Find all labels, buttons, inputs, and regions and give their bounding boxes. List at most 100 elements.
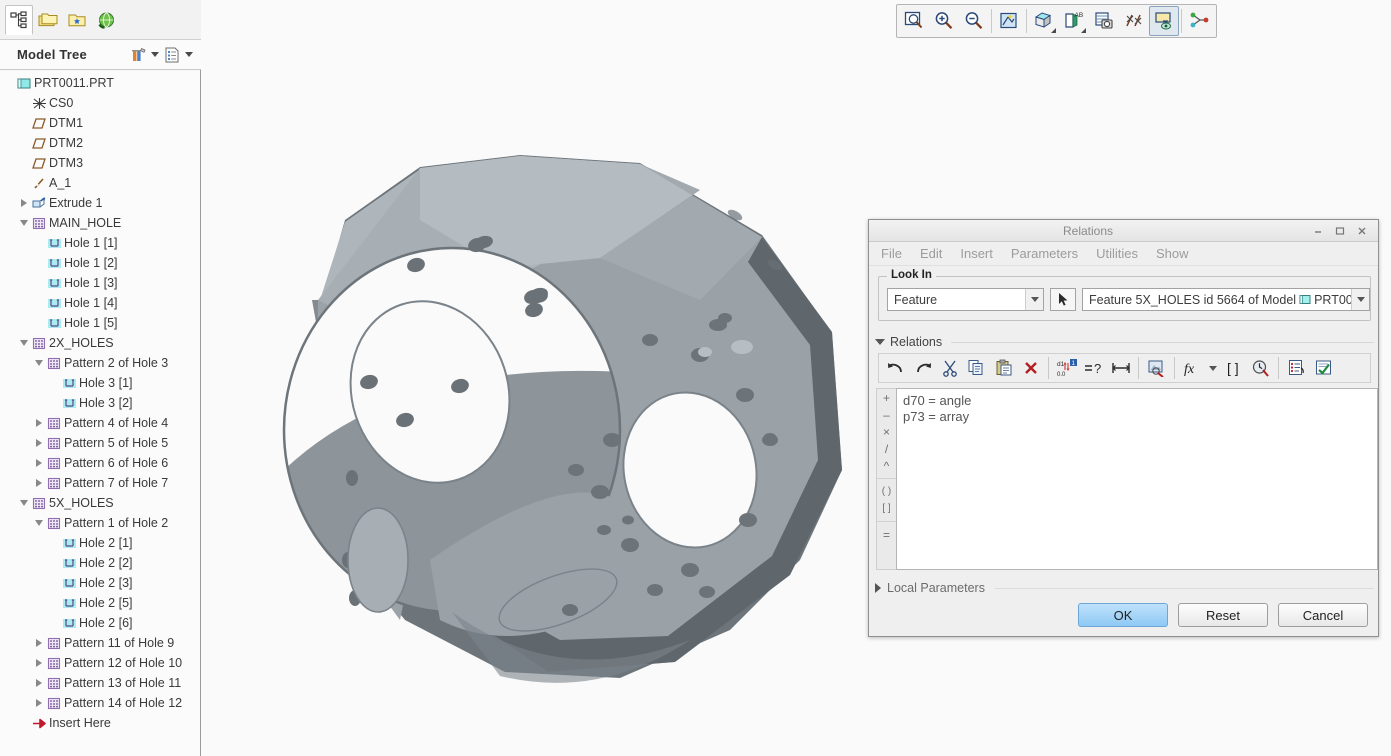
ok-button[interactable]: OK bbox=[1078, 603, 1168, 627]
functions-dropdown-button[interactable] bbox=[1206, 355, 1220, 381]
tree-collapse-toggle[interactable] bbox=[17, 340, 30, 346]
parameter-history-button[interactable] bbox=[1247, 355, 1274, 381]
tree-expand-toggle[interactable] bbox=[32, 699, 45, 707]
tree-expand-toggle[interactable] bbox=[32, 479, 45, 487]
collapse-chevron-down-icon[interactable] bbox=[19, 220, 28, 226]
tree-collapse-toggle[interactable] bbox=[17, 500, 30, 506]
dropdown-corner-icon[interactable] bbox=[1051, 28, 1056, 33]
look-in-target-chevron-down-icon[interactable] bbox=[1351, 289, 1369, 310]
tree-item-pattern-4-of-hole-4[interactable]: Pattern 4 of Hole 4 bbox=[0, 413, 200, 433]
model-colors-button[interactable] bbox=[1184, 6, 1214, 36]
tree-item-dtm1[interactable]: DTM1 bbox=[0, 113, 200, 133]
tree-item-pattern-13-of-hole-11[interactable]: Pattern 13 of Hole 11 bbox=[0, 673, 200, 693]
favorites-tab[interactable] bbox=[63, 5, 91, 35]
saved-views-button[interactable] bbox=[1089, 6, 1119, 36]
tree-collapse-toggle[interactable] bbox=[17, 220, 30, 226]
operator-button-plus[interactable]: + bbox=[877, 389, 896, 406]
list-relations-button[interactable] bbox=[1283, 355, 1310, 381]
menu-insert[interactable]: Insert bbox=[960, 246, 993, 261]
tree-expand-toggle[interactable] bbox=[32, 679, 45, 687]
layer-display-button[interactable] bbox=[1149, 6, 1179, 36]
collapse-chevron-down-icon[interactable] bbox=[19, 500, 28, 506]
bracket-button-square[interactable]: [ ] bbox=[877, 500, 896, 517]
tree-item-pattern-2-of-hole-3[interactable]: Pattern 2 of Hole 3 bbox=[0, 353, 200, 373]
web-browser-tab[interactable] bbox=[92, 5, 120, 35]
look-in-type-combo[interactable]: Feature bbox=[887, 288, 1044, 311]
refit-zoom-button[interactable] bbox=[899, 6, 929, 36]
model-tree-tab[interactable] bbox=[5, 4, 33, 35]
tree-item-hole-3-1[interactable]: Hole 3 [1] bbox=[0, 373, 200, 393]
maximize-button[interactable] bbox=[1329, 221, 1351, 241]
collapse-chevron-down-icon[interactable] bbox=[19, 340, 28, 346]
minimize-button[interactable] bbox=[1307, 221, 1329, 241]
tree-item-5x-holes[interactable]: 5X_HOLES bbox=[0, 493, 200, 513]
operator-button-minus[interactable]: – bbox=[877, 406, 896, 423]
functions-button[interactable]: fx bbox=[1179, 355, 1206, 381]
tree-item-a-1[interactable]: A_1 bbox=[0, 173, 200, 193]
tree-item-cs0[interactable]: CS0 bbox=[0, 93, 200, 113]
expand-chevron-right-icon[interactable] bbox=[35, 459, 42, 467]
tree-columns-icon[interactable] bbox=[161, 44, 183, 66]
expand-chevron-right-icon[interactable] bbox=[35, 699, 42, 707]
local-parameters-chevron-right-icon[interactable] bbox=[875, 583, 881, 593]
expand-chevron-right-icon[interactable] bbox=[35, 679, 42, 687]
tree-expand-toggle[interactable] bbox=[32, 459, 45, 467]
expand-chevron-right-icon[interactable] bbox=[35, 419, 42, 427]
tree-item-hole-3-2[interactable]: Hole 3 [2] bbox=[0, 393, 200, 413]
paste-button[interactable] bbox=[990, 355, 1017, 381]
select-feature-button[interactable] bbox=[1050, 288, 1076, 311]
relations-menubar[interactable]: File Edit Insert Parameters Utilities Sh… bbox=[869, 242, 1378, 266]
tree-item-extrude-1[interactable]: Extrude 1 bbox=[0, 193, 200, 213]
tree-item-pattern-1-of-hole-2[interactable]: Pattern 1 of Hole 2 bbox=[0, 513, 200, 533]
menu-file[interactable]: File bbox=[881, 246, 902, 261]
tree-item-pattern-11-of-hole-9[interactable]: Pattern 11 of Hole 9 bbox=[0, 633, 200, 653]
reset-button[interactable]: Reset bbox=[1178, 603, 1268, 627]
tree-filter-chevron-down-icon[interactable] bbox=[151, 52, 159, 57]
tree-item-hole-2-3[interactable]: Hole 2 [3] bbox=[0, 573, 200, 593]
dropdown-corner-icon[interactable] bbox=[1081, 28, 1086, 33]
relations-operator-strip[interactable]: + – × / ^ ( )[ ] = bbox=[876, 388, 896, 570]
relations-section-chevron-down-icon[interactable] bbox=[875, 339, 885, 345]
tree-item-dtm2[interactable]: DTM2 bbox=[0, 133, 200, 153]
repaint-button[interactable] bbox=[994, 6, 1024, 36]
operator-button-equals[interactable]: = bbox=[877, 526, 896, 543]
operator-button-divide[interactable]: / bbox=[877, 440, 896, 457]
tree-columns-chevron-down-icon[interactable] bbox=[185, 52, 193, 57]
expand-chevron-right-icon[interactable] bbox=[35, 479, 42, 487]
zoom-in-button[interactable] bbox=[929, 6, 959, 36]
tree-expand-toggle[interactable] bbox=[32, 419, 45, 427]
tree-item-hole-2-5[interactable]: Hole 2 [5] bbox=[0, 593, 200, 613]
undo-button[interactable] bbox=[882, 355, 909, 381]
relations-section-header[interactable]: Relations bbox=[875, 333, 1374, 351]
units-brackets-button[interactable]: [ ] bbox=[1220, 355, 1247, 381]
tree-item-hole-2-2[interactable]: Hole 2 [2] bbox=[0, 553, 200, 573]
tree-item-prt0011-prt[interactable]: PRT0011.PRT bbox=[0, 73, 200, 93]
tree-expand-toggle[interactable] bbox=[32, 659, 45, 667]
look-in-type-chevron-down-icon[interactable] bbox=[1025, 289, 1043, 310]
collapse-chevron-down-icon[interactable] bbox=[34, 520, 43, 526]
redo-button[interactable] bbox=[909, 355, 936, 381]
relation-lookup-button[interactable] bbox=[1143, 355, 1170, 381]
menu-show[interactable]: Show bbox=[1156, 246, 1189, 261]
expand-chevron-right-icon[interactable] bbox=[35, 639, 42, 647]
tree-item-hole-2-6[interactable]: Hole 2 [6] bbox=[0, 613, 200, 633]
local-parameters-row[interactable]: Local Parameters bbox=[875, 578, 1374, 598]
operator-button-power[interactable]: ^ bbox=[877, 457, 896, 474]
menu-edit[interactable]: Edit bbox=[920, 246, 942, 261]
tree-item-pattern-12-of-hole-10[interactable]: Pattern 12 of Hole 10 bbox=[0, 653, 200, 673]
expand-chevron-right-icon[interactable] bbox=[35, 659, 42, 667]
datum-display-button[interactable] bbox=[1119, 6, 1149, 36]
tree-item-dtm3[interactable]: DTM3 bbox=[0, 153, 200, 173]
menu-utilities[interactable]: Utilities bbox=[1096, 246, 1138, 261]
menu-parameters[interactable]: Parameters bbox=[1011, 246, 1078, 261]
tree-item-pattern-14-of-hole-12[interactable]: Pattern 14 of Hole 12 bbox=[0, 693, 200, 713]
tree-item-hole-2-1[interactable]: Hole 2 [1] bbox=[0, 533, 200, 553]
tree-item-hole-1-5[interactable]: Hole 1 [5] bbox=[0, 313, 200, 333]
cut-button[interactable] bbox=[936, 355, 963, 381]
tree-item-hole-1-1[interactable]: Hole 1 [1] bbox=[0, 233, 200, 253]
verify-relations-button[interactable]: ? bbox=[1080, 355, 1107, 381]
tree-item-pattern-6-of-hole-6[interactable]: Pattern 6 of Hole 6 bbox=[0, 453, 200, 473]
tree-expand-toggle[interactable] bbox=[32, 439, 45, 447]
tree-collapse-toggle[interactable] bbox=[32, 520, 45, 526]
tree-collapse-toggle[interactable] bbox=[32, 360, 45, 366]
